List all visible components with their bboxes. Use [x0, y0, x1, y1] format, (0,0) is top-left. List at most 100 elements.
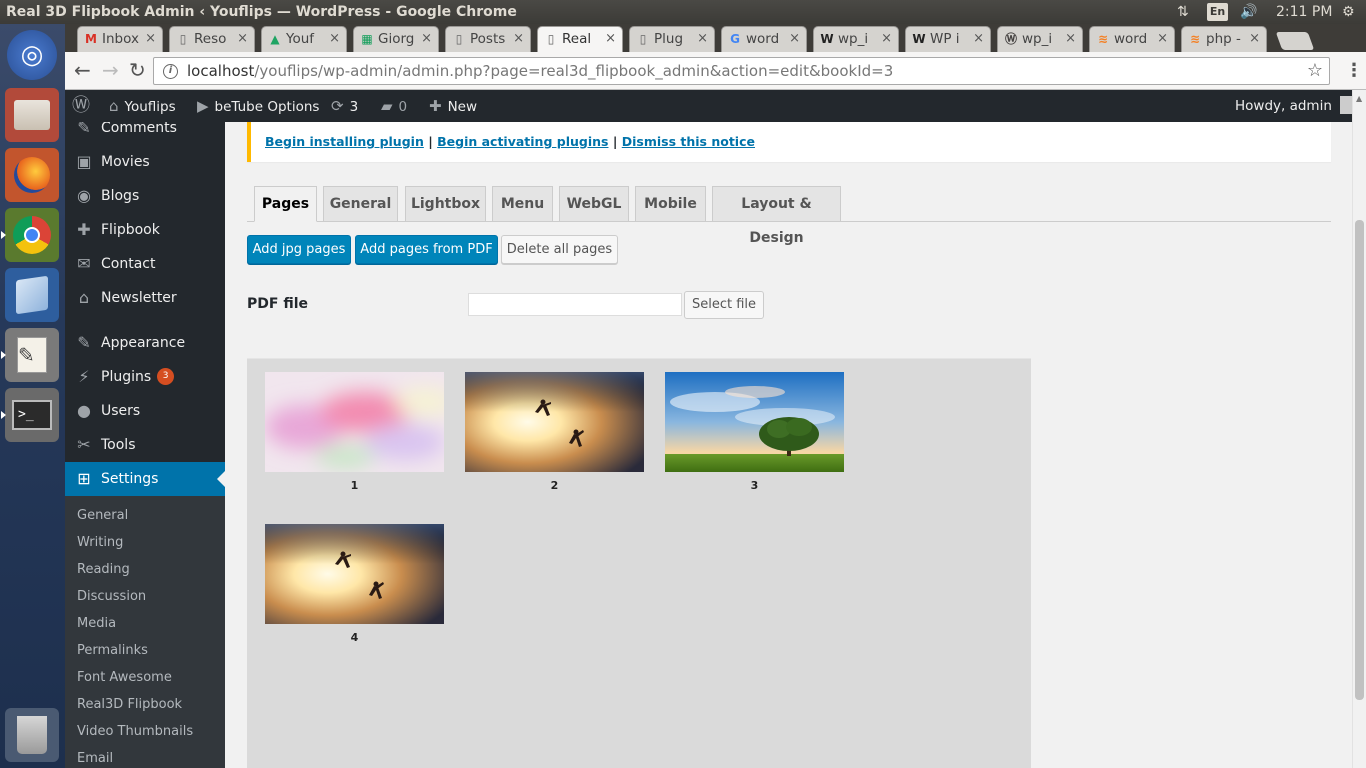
dismiss-notice-link[interactable]: Dismiss this notice	[622, 134, 755, 149]
gmail-icon: M	[85, 32, 97, 46]
wordpress-logo-icon[interactable]: Ⓦ	[72, 90, 90, 122]
browser-tab[interactable]: Wwp_i ×	[813, 26, 899, 52]
chrome-icon[interactable]	[1, 208, 59, 262]
close-tab-icon[interactable]: ×	[513, 27, 524, 51]
scroll-up-icon[interactable]: ▲	[1356, 94, 1362, 103]
browser-tab[interactable]: ▯ Reso ×	[169, 26, 255, 52]
close-tab-icon[interactable]: ×	[237, 27, 248, 51]
tab-general[interactable]: General	[323, 186, 398, 222]
betube-options-link[interactable]: ▶ beTube Options	[197, 90, 319, 122]
submenu-item-media[interactable]: Media	[77, 614, 116, 634]
menu-item-appearance[interactable]: ✎ Appearance	[65, 326, 225, 360]
browser-tab[interactable]: ▯ Real ×	[537, 26, 623, 52]
select-file-button[interactable]: Select file	[684, 291, 764, 319]
back-button[interactable]: ←	[74, 60, 91, 80]
browser-tab[interactable]: ≋ word ×	[1089, 26, 1175, 52]
page-thumbnail[interactable]	[465, 372, 644, 472]
tab-layout-design[interactable]: Layout & Design	[712, 186, 841, 246]
browser-tab[interactable]: ▦ Giorg ×	[353, 26, 439, 52]
submenu-item-permalinks[interactable]: Permalinks	[77, 641, 148, 661]
browser-tab[interactable]: ▲ Youf ×	[261, 26, 347, 52]
keyboard-layout-indicator[interactable]: En	[1207, 3, 1228, 21]
forward-button[interactable]: →	[102, 60, 119, 80]
address-bar[interactable]: i localhost/youflips/wp-admin/admin.php?…	[153, 57, 1330, 85]
begin-installing-link[interactable]: Begin installing plugin	[265, 134, 424, 149]
firefox-icon[interactable]	[5, 148, 59, 202]
bookmark-star-icon[interactable]: ☆	[1307, 58, 1323, 84]
menu-item-newsletter[interactable]: ⌂ Newsletter	[65, 281, 225, 315]
close-tab-icon[interactable]: ×	[145, 27, 156, 51]
text-editor-icon[interactable]: ✎	[1, 328, 59, 382]
ubuntu-dash-icon[interactable]: ◎	[7, 30, 57, 80]
close-tab-icon[interactable]: ×	[697, 27, 708, 51]
browser-tab[interactable]: ≋ php - ×	[1181, 26, 1267, 52]
begin-activating-link[interactable]: Begin activating plugins	[437, 134, 608, 149]
close-tab-icon[interactable]: ×	[605, 27, 616, 51]
trash-icon[interactable]	[5, 708, 59, 762]
page-thumbnail[interactable]	[265, 372, 444, 472]
close-tab-icon[interactable]: ×	[1157, 27, 1168, 51]
submenu-item-reading[interactable]: Reading	[77, 560, 130, 580]
page-thumbnail[interactable]	[665, 372, 844, 472]
menu-item-blogs[interactable]: ◉ Blogs	[65, 179, 225, 213]
menu-item-comments[interactable]: ✎ Comments	[65, 122, 225, 145]
close-tab-icon[interactable]: ×	[973, 27, 984, 51]
my-account-link[interactable]: Howdy, admin	[1235, 90, 1358, 122]
close-tab-icon[interactable]: ×	[1065, 27, 1076, 51]
browser-tab[interactable]: ▯ Posts ×	[445, 26, 531, 52]
close-tab-icon[interactable]: ×	[1249, 27, 1260, 51]
submenu-item-writing[interactable]: Writing	[77, 533, 123, 553]
close-tab-icon[interactable]: ×	[421, 27, 432, 51]
browser-tab[interactable]: Ⓦwp_i ×	[997, 26, 1083, 52]
close-tab-icon[interactable]: ×	[789, 27, 800, 51]
reload-button[interactable]: ↻	[129, 60, 146, 80]
pdf-file-input[interactable]	[468, 293, 682, 316]
browser-tab[interactable]: M Inbox ×	[77, 26, 163, 52]
menu-item-contact[interactable]: ✉ Contact	[65, 247, 225, 281]
delete-all-pages-button[interactable]: Delete all pages	[501, 235, 618, 264]
menu-item-tools[interactable]: ✂ Tools	[65, 428, 225, 462]
site-name-link[interactable]: ⌂ Youflips	[109, 90, 176, 122]
tab-webgl[interactable]: WebGL	[559, 186, 629, 222]
submenu-item-discussion[interactable]: Discussion	[77, 587, 146, 607]
browser-tab[interactable]: ▯ Plug ×	[629, 26, 715, 52]
menu-item-label: Blogs	[101, 188, 140, 204]
clock[interactable]: 2:11 PM	[1276, 0, 1332, 24]
tab-pages[interactable]: Pages	[254, 186, 317, 222]
menu-item-users[interactable]: ● Users	[65, 394, 225, 428]
terminal-icon[interactable]: >_	[1, 388, 59, 442]
submenu-item-email[interactable]: Email	[77, 749, 113, 768]
menu-item-settings[interactable]: ⊞ Settings	[65, 462, 225, 496]
updates-link[interactable]: ⟳ 3	[331, 90, 358, 122]
menu-item-movies[interactable]: ▣ Movies	[65, 145, 225, 179]
submenu-item-video-thumbnails[interactable]: Video Thumbnails	[77, 722, 193, 742]
network-icon[interactable]: ⇅	[1177, 0, 1189, 24]
scrollbar-thumb[interactable]	[1355, 220, 1364, 700]
page-thumbnail[interactable]	[265, 524, 444, 624]
close-tab-icon[interactable]: ×	[881, 27, 892, 51]
tab-lightbox[interactable]: Lightbox	[405, 186, 486, 222]
menu-item-plugins[interactable]: ⚡ Plugins 3	[65, 360, 225, 394]
info-icon[interactable]: i	[163, 64, 178, 79]
page-scrollbar[interactable]: ▲	[1352, 90, 1366, 768]
virtualbox-icon[interactable]	[5, 268, 59, 322]
menu-item-flipbook[interactable]: ✚ Flipbook	[65, 213, 225, 247]
new-content-link[interactable]: ✚ New	[429, 90, 477, 122]
new-tab-button[interactable]	[1275, 32, 1315, 50]
submenu-item-font-awesome[interactable]: Font Awesome	[77, 668, 172, 688]
close-tab-icon[interactable]: ×	[329, 27, 340, 51]
browser-tab[interactable]: Gword ×	[721, 26, 807, 52]
add-jpg-pages-button[interactable]: Add jpg pages	[247, 235, 351, 264]
tab-menu[interactable]: Menu	[492, 186, 553, 222]
submenu-item-real3d-flipbook[interactable]: Real3D Flipbook	[77, 695, 182, 715]
volume-icon[interactable]: 🔊	[1240, 0, 1257, 24]
submenu-item-general[interactable]: General	[77, 506, 128, 526]
chrome-menu-icon[interactable]: ⋮	[1345, 60, 1363, 81]
add-pages-from-pdf-button[interactable]: Add pages from PDF	[355, 235, 498, 264]
gear-icon[interactable]: ⚙	[1342, 0, 1355, 24]
files-icon[interactable]	[5, 88, 59, 142]
settings-icon: ⊞	[77, 469, 91, 488]
comments-link[interactable]: ▰ 0	[381, 90, 407, 122]
tab-mobile[interactable]: Mobile	[635, 186, 706, 222]
browser-tab[interactable]: W WP i ×	[905, 26, 991, 52]
